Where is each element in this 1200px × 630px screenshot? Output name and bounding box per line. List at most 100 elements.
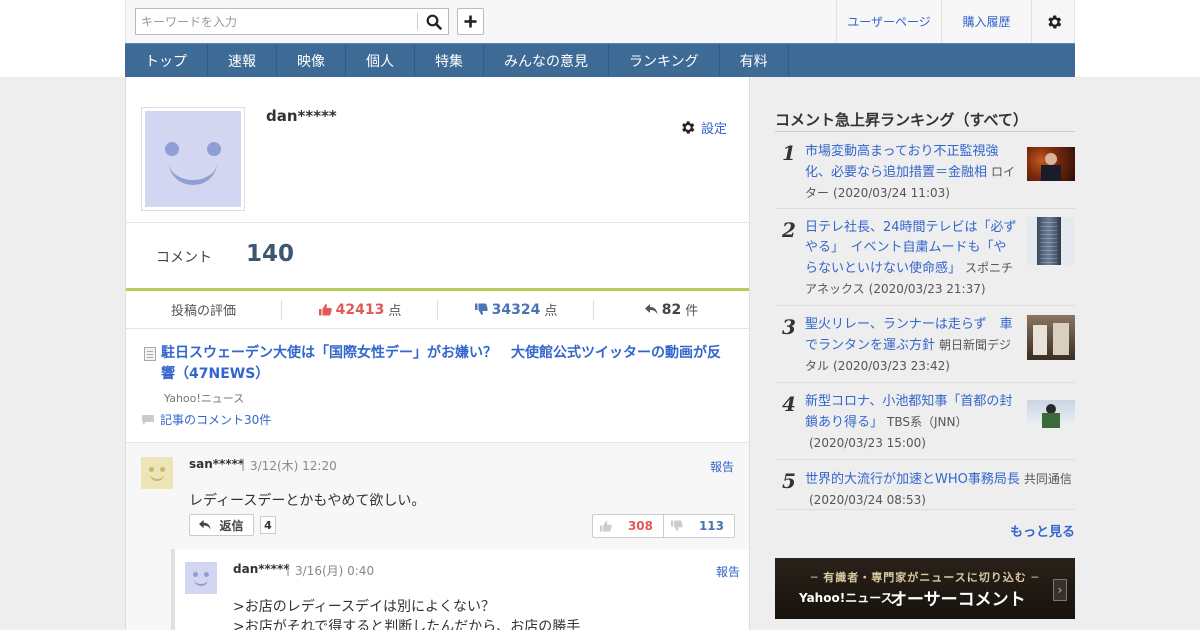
eval-label-cell: 投稿の評価 bbox=[126, 300, 281, 320]
nav-features[interactable]: 特集 bbox=[415, 44, 484, 77]
thumbs-down-icon bbox=[670, 520, 683, 532]
rank-date: (2020/03/24 08:53) bbox=[809, 493, 926, 507]
rank-title-link[interactable]: 世界的大流行が加速とWHO事務局長 bbox=[805, 472, 1020, 487]
ranking-item[interactable]: 1 市場変動高まっており不正監視強化、必要なら追加措置＝金融相 ロイター (2020… bbox=[775, 132, 1075, 209]
profile-avatar bbox=[141, 107, 245, 211]
likes-count: 42413 bbox=[335, 301, 385, 318]
rank-number: 2 bbox=[782, 218, 796, 242]
vote-down-button[interactable]: 113 bbox=[663, 515, 734, 537]
rank-number: 3 bbox=[782, 315, 796, 339]
rank-text: 新型コロナ、小池都知事「首都の封鎖あり得る」 TBS系（JNN）(2020/03/… bbox=[805, 392, 1019, 454]
news-thumbnail[interactable] bbox=[1027, 400, 1075, 428]
main-nav: トップ 速報 映像 個人 特集 みんなの意見 ランキング 有料 bbox=[125, 43, 1075, 77]
thumbs-up-icon bbox=[318, 304, 332, 316]
vote-up-button[interactable]: 308 bbox=[593, 515, 663, 537]
comment-username[interactable]: san***** bbox=[189, 457, 244, 471]
search-icon bbox=[426, 14, 442, 30]
nav-top[interactable]: トップ bbox=[125, 44, 208, 77]
ranking-more-link[interactable]: もっと見る bbox=[1010, 521, 1075, 540]
ranking-item[interactable]: 3 聖火リレー、ランナーは走らず 車でランタンを運ぶ方針 朝日新聞デジタル (202… bbox=[775, 306, 1075, 383]
rank-source: 共同通信 bbox=[1023, 472, 1072, 486]
nav-paid[interactable]: 有料 bbox=[720, 44, 789, 77]
eval-likes: 42413 点 bbox=[281, 299, 437, 320]
sidebar: コメント急上昇ランキング（すべて） 1 市場変動高まっており不正監視強化、必要な… bbox=[775, 77, 1075, 630]
rank-number: 1 bbox=[782, 141, 796, 165]
rank-date: (2020/03/23 23:42) bbox=[833, 359, 950, 373]
nav-video[interactable]: 映像 bbox=[277, 44, 346, 77]
article-title-link[interactable]: 駐日スウェーデン大使は「国際女性デー」がお嫌い？ 大使館公式ツイッターの動画が反… bbox=[161, 343, 731, 385]
rank-title-link[interactable]: 市場変動高まっており不正監視強化、必要なら追加措置＝金融相 bbox=[805, 144, 998, 180]
rank-number: 5 bbox=[782, 469, 796, 493]
smiley-avatar-icon bbox=[141, 457, 173, 489]
reply-count-badge: 4 bbox=[260, 516, 276, 534]
article-comments-label: 記事のコメント30件 bbox=[160, 413, 272, 427]
gear-icon bbox=[682, 121, 695, 134]
reply-button[interactable]: 返信 bbox=[189, 514, 254, 536]
commenter-avatar bbox=[141, 457, 173, 489]
banner-tagline: ─ 有識者・専門家がニュースに切り込む ─ bbox=[810, 571, 1040, 584]
replies-unit: 件 bbox=[685, 304, 699, 319]
profile-main: dan***** 設定 コメント 140 投稿の評価 42413 点 34324… bbox=[125, 77, 750, 630]
comment-date: 3/12(木) 12:20 bbox=[250, 459, 337, 473]
gear-icon bbox=[1047, 14, 1061, 29]
smiley-avatar-icon bbox=[145, 111, 241, 207]
nav-opinions[interactable]: みんなの意見 bbox=[484, 44, 609, 77]
search-separator bbox=[417, 13, 418, 30]
eval-dislikes: 34324 点 bbox=[437, 299, 593, 320]
rank-text: 日テレ社長、24時間テレビは「必ずやる」 イベント自粛ムードも「やらないといけな… bbox=[805, 218, 1019, 300]
reply-date: 3/16(月) 0:40 bbox=[295, 564, 375, 578]
rank-number: 4 bbox=[782, 392, 796, 416]
user-page-link[interactable]: ユーザーページ bbox=[836, 0, 941, 43]
smiley-avatar-icon bbox=[185, 562, 217, 594]
news-thumbnail[interactable] bbox=[1027, 147, 1075, 181]
nav-ranking[interactable]: ランキング bbox=[609, 44, 720, 77]
purchase-history-link[interactable]: 購入履歴 bbox=[941, 0, 1031, 43]
top-bar: ユーザーページ 購入履歴 bbox=[0, 0, 1200, 43]
comment-report-link[interactable]: 報告 bbox=[710, 458, 734, 475]
rank-text: 世界的大流行が加速とWHO事務局長 共同通信 (2020/03/24 08:53) bbox=[805, 469, 1075, 511]
reply-text-line-2: >お店がそれで得すると判断したんだから、お店の勝手 bbox=[233, 619, 581, 630]
chevron-right-icon: › bbox=[1053, 579, 1067, 601]
reply-arrow-icon bbox=[644, 304, 658, 315]
thumbs-down-icon bbox=[474, 303, 488, 315]
add-button[interactable] bbox=[457, 8, 484, 35]
search-input[interactable] bbox=[136, 9, 418, 34]
nav-individual[interactable]: 個人 bbox=[346, 44, 415, 77]
separator: | bbox=[241, 457, 246, 471]
reply-report-link[interactable]: 報告 bbox=[716, 563, 740, 580]
profile-settings-link[interactable]: 設定 bbox=[679, 118, 727, 137]
ranking-item[interactable]: 5 世界的大流行が加速とWHO事務局長 共同通信 (2020/03/24 08:53… bbox=[775, 460, 1075, 510]
nav-breaking[interactable]: 速報 bbox=[208, 44, 277, 77]
evaluation-row: 投稿の評価 42413 点 34324 点 82 件 bbox=[126, 291, 749, 329]
rank-date: (2020/03/23 15:00) bbox=[809, 436, 926, 450]
ranking-item[interactable]: 4 新型コロナ、小池都知事「首都の封鎖あり得る」 TBS系（JNN）(2020/0… bbox=[775, 383, 1075, 460]
profile-username: dan***** bbox=[266, 107, 337, 125]
plus-icon bbox=[464, 15, 477, 28]
eval-replies: 82 件 bbox=[593, 299, 749, 320]
rank-source: TBS系（JNN） bbox=[887, 415, 968, 429]
vote-box: 308 113 bbox=[592, 514, 735, 538]
profile-settings-label: 設定 bbox=[701, 122, 728, 137]
replies-count: 82 bbox=[661, 301, 682, 318]
news-thumbnail[interactable] bbox=[1027, 217, 1075, 265]
comments-area: san***** | 3/12(木) 12:20 報告 レディースデーとかもやめ… bbox=[126, 442, 749, 630]
dislikes-count: 34324 bbox=[491, 301, 541, 318]
header-settings-button[interactable] bbox=[1031, 0, 1075, 43]
comment-text: レディースデーとかもやめて欲しい。 bbox=[189, 493, 426, 509]
search-button[interactable] bbox=[420, 9, 448, 34]
author-comment-banner[interactable]: ─ 有識者・専門家がニュースに切り込む ─ Yahoo!ニュース オーサーコメン… bbox=[775, 558, 1075, 619]
reply-text-line-1: >お店のレディースデイは別によくない？ bbox=[233, 599, 496, 615]
news-thumbnail[interactable] bbox=[1027, 315, 1075, 360]
article-comments-link[interactable]: 記事のコメント30件 bbox=[141, 411, 271, 428]
reply-username[interactable]: dan***** bbox=[233, 562, 290, 576]
reply-arrow-icon bbox=[199, 519, 212, 530]
likes-unit: 点 bbox=[388, 304, 402, 319]
ranking-item[interactable]: 2 日テレ社長、24時間テレビは「必ずやる」 イベント自粛ムードも「やらないとい… bbox=[775, 209, 1075, 306]
speech-bubble-icon bbox=[142, 414, 154, 425]
separator: | bbox=[286, 562, 291, 576]
rank-text: 聖火リレー、ランナーは走らず 車でランタンを運ぶ方針 朝日新聞デジタル (2020/… bbox=[805, 315, 1019, 377]
article-source: Yahoo!ニュース bbox=[164, 392, 245, 405]
vote-down-count: 113 bbox=[698, 519, 724, 533]
document-icon bbox=[144, 347, 156, 361]
search-box bbox=[135, 8, 449, 35]
